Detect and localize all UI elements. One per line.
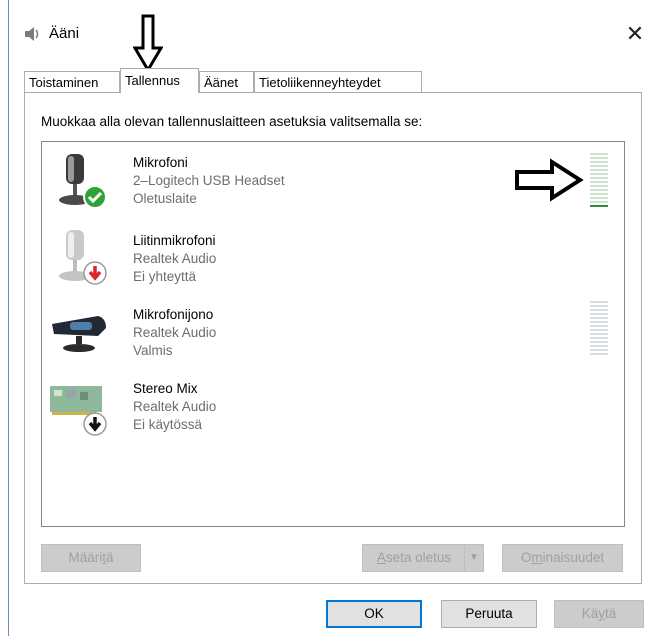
tab-communications[interactable]: Tietoliikenneyhteydet <box>254 71 422 92</box>
device-description: Realtek Audio <box>133 325 217 340</box>
microphone-disconnected-icon <box>59 230 107 285</box>
device-description: Realtek Audio <box>133 399 217 414</box>
device-name: Mikrofoni <box>133 155 188 170</box>
speaker-icon <box>25 27 39 41</box>
device-description: 2–Logitech USB Headset <box>133 173 285 188</box>
level-meter <box>590 153 608 209</box>
microphone-default-icon <box>59 154 107 209</box>
instruction-text: Muokkaa alla olevan tallennuslaitteen as… <box>41 114 423 129</box>
recording-panel: Muokkaa alla olevan tallennuslaitteen as… <box>24 92 642 584</box>
title-bar: Ääni ✕ <box>9 0 650 64</box>
set-default-button[interactable]: Aseta oletus ▼ <box>362 544 484 572</box>
properties-button[interactable]: Ominaisuudet <box>502 544 623 572</box>
window-title: Ääni <box>49 25 80 42</box>
microphone-array-icon <box>52 316 106 352</box>
stereo-mix-disabled-icon <box>50 386 107 436</box>
device-status: Ei käytössä <box>133 417 203 432</box>
tab-playback[interactable]: Toistaminen <box>24 71 120 92</box>
device-status: Oletuslaite <box>133 191 197 206</box>
cancel-button[interactable]: Peruuta <box>441 600 537 628</box>
device-status: Valmis <box>133 343 173 358</box>
device-name: Stereo Mix <box>133 381 198 396</box>
device-list[interactable]: Mikrofoni 2–Logitech USB Headset Oletusl… <box>41 141 625 527</box>
device-name: Mikrofonijono <box>133 307 214 322</box>
device-description: Realtek Audio <box>133 251 217 266</box>
apply-button[interactable]: Käytä <box>554 600 644 628</box>
tab-sounds[interactable]: Äänet <box>199 71 254 92</box>
right-arrow-annotation-icon <box>515 158 584 202</box>
level-meter <box>590 301 608 357</box>
configure-button[interactable]: Määritä <box>41 544 141 572</box>
down-arrow-annotation-icon <box>133 14 163 72</box>
close-button[interactable]: ✕ <box>621 20 649 48</box>
tab-recording[interactable]: Tallennus <box>120 68 199 93</box>
device-item[interactable]: Liitinmikrofoni Realtek Audio Ei yhteytt… <box>42 220 624 294</box>
sound-dialog: Ääni ✕ Toistaminen Tallennus Äänet Tieto… <box>8 0 650 636</box>
dropdown-arrow-icon[interactable]: ▼ <box>464 545 483 571</box>
device-status: Ei yhteyttä <box>133 269 197 284</box>
ok-button[interactable]: OK <box>326 600 422 628</box>
device-name: Liitinmikrofoni <box>133 233 216 248</box>
device-item[interactable]: Stereo Mix Realtek Audio Ei käytössä <box>42 368 624 442</box>
device-item[interactable]: Mikrofonijono Realtek Audio Valmis <box>42 294 624 368</box>
